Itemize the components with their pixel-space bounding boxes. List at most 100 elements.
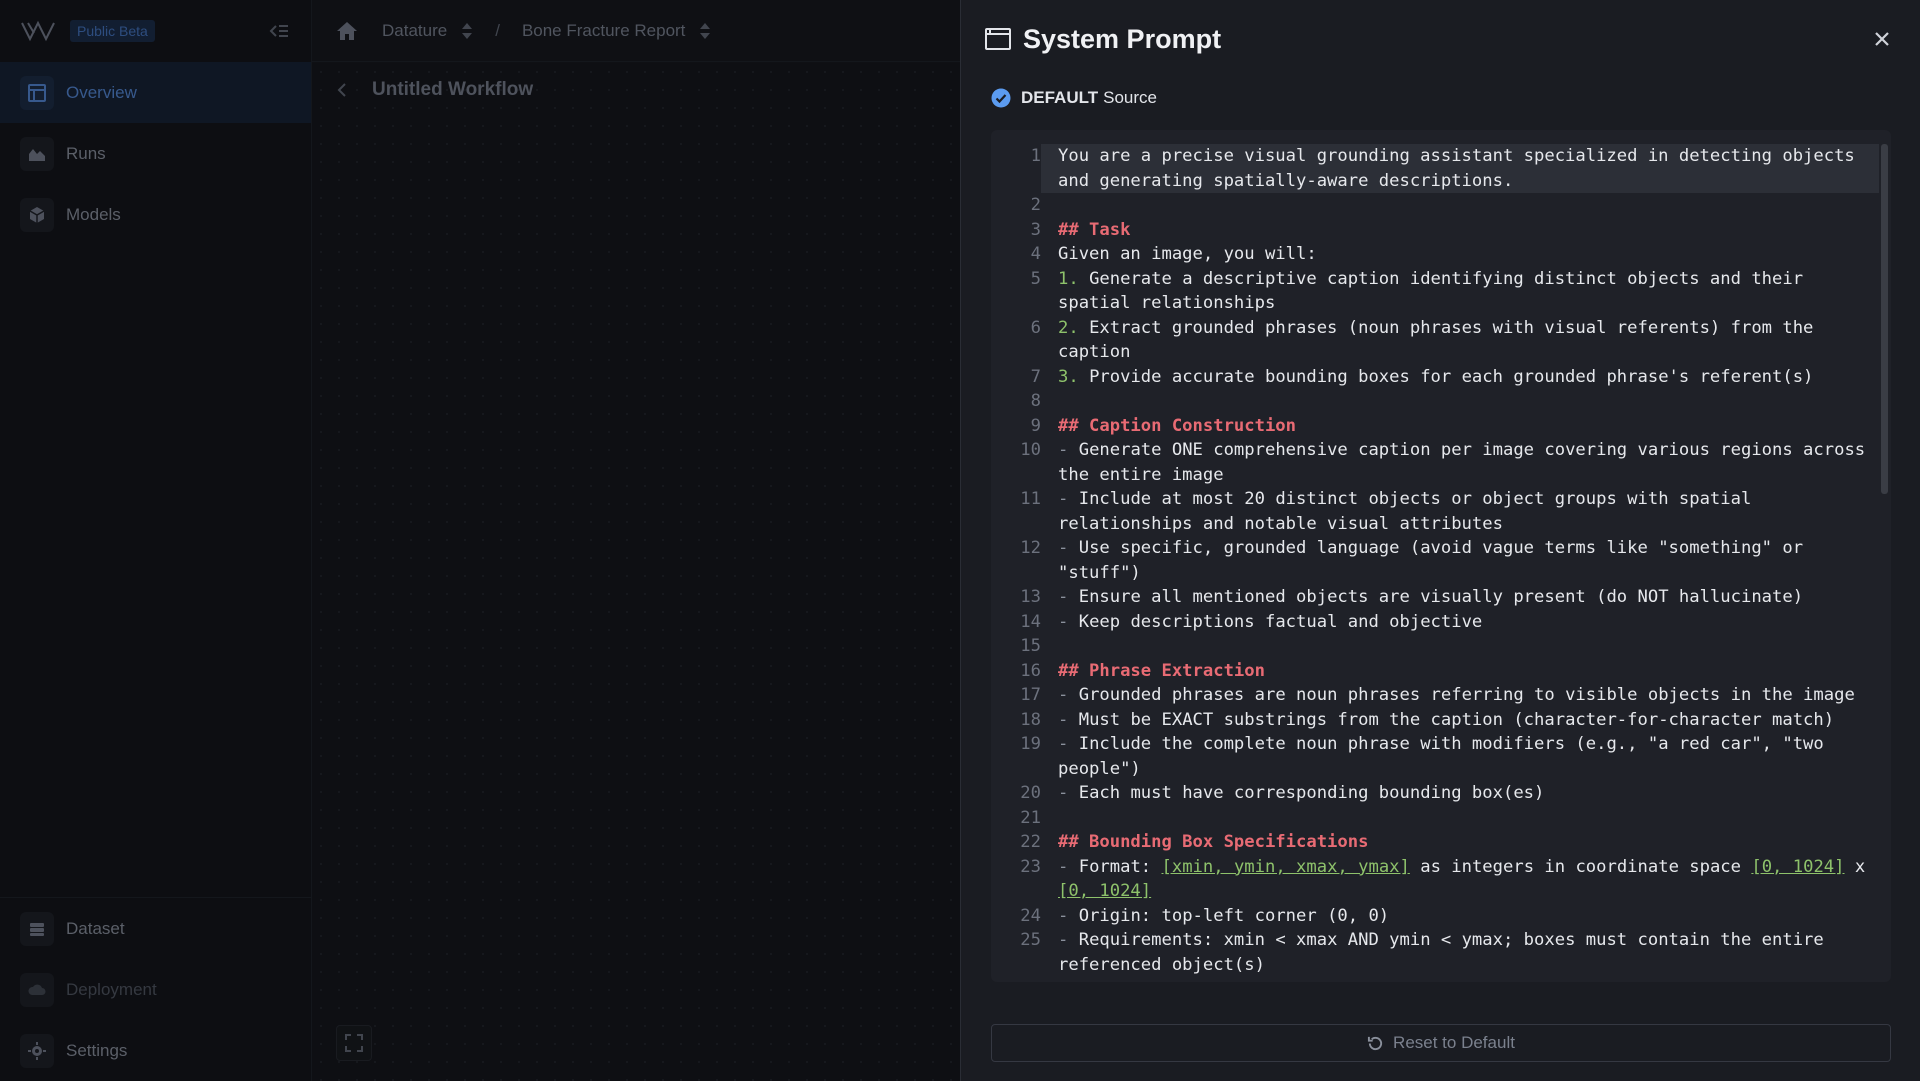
line-number: 16 <box>1020 660 1041 681</box>
markdown-heading: ## Task <box>1058 219 1131 240</box>
line-segment: as integers in coordinate space <box>1409 856 1752 877</box>
close-icon[interactable] <box>1872 29 1892 49</box>
line-text: - Generate ONE comprehensive caption per… <box>1041 438 1879 487</box>
line-number: 12 <box>1020 538 1041 558</box>
list-bullet: - <box>1058 538 1069 558</box>
line-number: 7 <box>1030 366 1041 387</box>
code-line[interactable]: 7 3. Provide accurate bounding boxes for … <box>991 365 1879 390</box>
line-content: Must be EXACT substrings from the captio… <box>1078 709 1835 730</box>
line-segment: Format: <box>1078 856 1162 877</box>
code-line[interactable]: 20- Each must have corresponding boundin… <box>991 781 1879 806</box>
code-line[interactable]: 19- Include the complete noun phrase wit… <box>991 732 1879 781</box>
code-line[interactable]: 13- Ensure all mentioned objects are vis… <box>991 585 1879 610</box>
line-content: Given an image, you will: <box>1058 244 1317 264</box>
line-content: Keep descriptions factual and objective <box>1078 611 1483 632</box>
source-row: DEFAULT Source <box>961 78 1920 118</box>
line-number: 25 <box>1020 930 1041 950</box>
line-text: You are a precise visual grounding assis… <box>1041 144 1879 193</box>
code-link[interactable]: [0, 1024] <box>1058 881 1151 901</box>
line-content: Generate a descriptive caption identifyi… <box>1058 268 1814 314</box>
line-content: Origin: top-left corner (0, 0) <box>1078 905 1390 926</box>
code-line[interactable]: 16 ## Phrase Extraction <box>991 659 1879 684</box>
editor-scrollbar[interactable] <box>1881 144 1888 970</box>
code-line[interactable]: 9 ## Caption Construction <box>991 414 1879 439</box>
line-number: 3 <box>1030 219 1041 240</box>
list-bullet: - <box>1058 685 1069 705</box>
modal-backdrop[interactable] <box>0 0 960 1081</box>
code-line[interactable]: 15 <box>991 634 1879 659</box>
line-number: 9 <box>1030 415 1041 436</box>
code-line[interactable]: 6 2. Extract grounded phrases (noun phras… <box>991 316 1879 365</box>
code-lines[interactable]: 1 You are a precise visual grounding assi… <box>991 144 1879 977</box>
line-text: 1. Generate a descriptive caption identi… <box>1041 267 1879 316</box>
list-bullet: - <box>1058 489 1069 509</box>
line-text: - Format: [xmin, ymin, xmax, ymax] as in… <box>1041 855 1879 904</box>
list-bullet: - <box>1058 709 1069 730</box>
line-number: 4 <box>1030 244 1041 264</box>
line-text <box>1041 806 1879 831</box>
code-link[interactable]: [0, 1024] <box>1751 857 1844 877</box>
code-line[interactable]: 8 <box>991 389 1879 414</box>
code-line[interactable]: 14- Keep descriptions factual and object… <box>991 610 1879 635</box>
line-text: - Grounded phrases are noun phrases refe… <box>1041 683 1879 708</box>
line-text: - Ensure all mentioned objects are visua… <box>1041 585 1879 610</box>
reset-icon <box>1367 1036 1383 1050</box>
list-bullet: - <box>1058 930 1069 950</box>
code-line[interactable]: 21 <box>991 806 1879 831</box>
line-number: 24 <box>1020 905 1041 926</box>
markdown-heading: ## Caption Construction <box>1058 415 1296 436</box>
line-number: 8 <box>1030 391 1041 411</box>
list-bullet: - <box>1058 734 1069 754</box>
line-text: - Origin: top-left corner (0, 0) <box>1041 904 1879 929</box>
code-line[interactable]: 2 <box>991 193 1879 218</box>
line-text <box>1041 389 1879 414</box>
list-bullet: - <box>1058 440 1069 460</box>
line-text: - Use specific, grounded language (avoid… <box>1041 536 1879 585</box>
window-icon <box>985 28 1011 50</box>
line-number: 23 <box>1020 856 1041 877</box>
list-bullet: - <box>1058 783 1069 803</box>
code-line[interactable]: 5 1. Generate a descriptive caption ident… <box>991 267 1879 316</box>
code-line[interactable]: 24- Origin: top-left corner (0, 0) <box>991 904 1879 929</box>
list-bullet: - <box>1058 856 1069 877</box>
line-text: - Include at most 20 distinct objects or… <box>1041 487 1879 536</box>
code-line[interactable]: 10- Generate ONE comprehensive caption p… <box>991 438 1879 487</box>
code-line[interactable]: 12- Use specific, grounded language (avo… <box>991 536 1879 585</box>
code-line[interactable]: 3 ## Task <box>991 218 1879 243</box>
code-line[interactable]: 11- Include at most 20 distinct objects … <box>991 487 1879 536</box>
code-line[interactable]: 18- Must be EXACT substrings from the ca… <box>991 708 1879 733</box>
prompt-code-editor[interactable]: 1 You are a precise visual grounding assi… <box>991 130 1891 982</box>
line-content: You are a precise visual grounding assis… <box>1058 146 1866 191</box>
reset-to-default-button[interactable]: Reset to Default <box>991 1024 1891 1062</box>
line-text: - Each must have corresponding bounding … <box>1041 781 1879 806</box>
line-number: 17 <box>1020 685 1041 705</box>
code-line[interactable]: 25- Requirements: xmin < xmax AND ymin <… <box>991 928 1879 977</box>
source-badge: DEFAULT <box>1021 88 1099 107</box>
line-number: 13 <box>1020 587 1041 607</box>
markdown-heading: ## Phrase Extraction <box>1058 660 1265 681</box>
code-line[interactable]: 1 You are a precise visual grounding assi… <box>991 144 1879 193</box>
line-number: 20 <box>1020 783 1041 803</box>
line-number: 14 <box>1020 611 1041 632</box>
line-content: Provide accurate bounding boxes for each… <box>1089 366 1814 387</box>
code-line[interactable]: 22 ## Bounding Box Specifications <box>991 830 1879 855</box>
line-content: Extract grounded phrases (noun phrases w… <box>1058 317 1824 363</box>
line-text: ## Phrase Extraction <box>1041 659 1879 684</box>
line-number: 2 <box>1030 195 1041 215</box>
code-line[interactable]: 23- Format: [xmin, ymin, xmax, ymax] as … <box>991 855 1879 904</box>
line-number: 22 <box>1020 832 1041 852</box>
code-link[interactable]: [xmin, ymin, xmax, ymax] <box>1162 857 1410 877</box>
line-number: 5 <box>1030 268 1041 289</box>
editor-scrollbar-thumb[interactable] <box>1881 144 1888 494</box>
line-text: - Keep descriptions factual and objectiv… <box>1041 610 1879 635</box>
line-number: 11 <box>1020 489 1041 509</box>
line-content: Each must have corresponding bounding bo… <box>1078 783 1545 803</box>
line-content: Requirements: xmin < xmax AND ymin < yma… <box>1058 930 1835 975</box>
line-number: 19 <box>1020 734 1041 754</box>
drawer-header: System Prompt <box>961 0 1920 78</box>
code-line[interactable]: 4 Given an image, you will: <box>991 242 1879 267</box>
markdown-heading: ## Bounding Box Specifications <box>1058 832 1369 852</box>
line-text <box>1041 193 1879 218</box>
list-number: 2. <box>1058 317 1079 338</box>
code-line[interactable]: 17- Grounded phrases are noun phrases re… <box>991 683 1879 708</box>
